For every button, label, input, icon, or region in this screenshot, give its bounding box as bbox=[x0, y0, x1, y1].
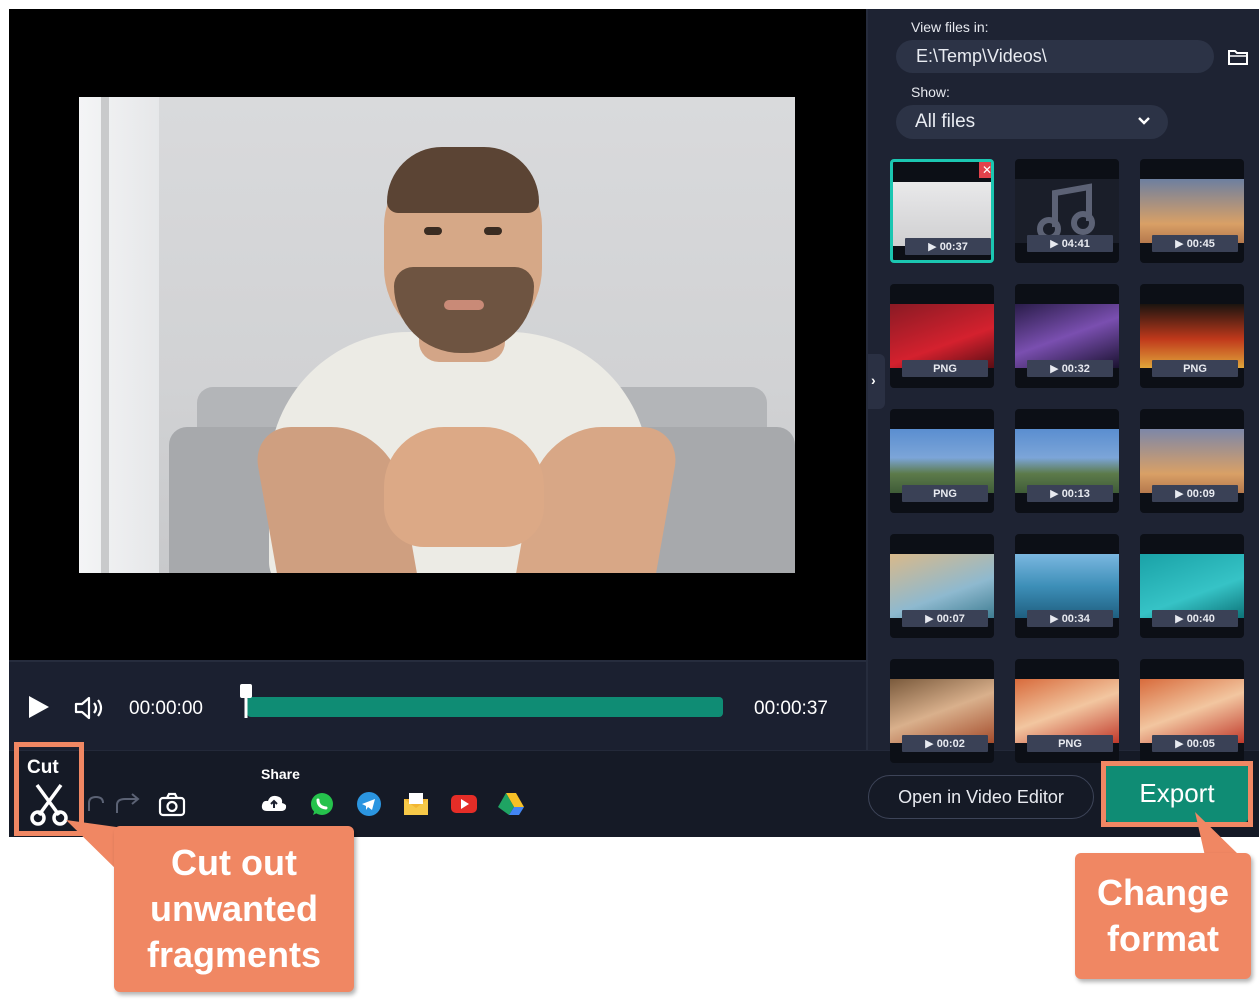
file-thumbnail[interactable]: PNG bbox=[890, 409, 994, 513]
player-controls: 00:00:00 00:00:37 bbox=[9, 660, 866, 750]
file-duration-badge: ▶ 00:02 bbox=[902, 735, 988, 752]
file-duration-badge: PNG bbox=[902, 485, 988, 502]
google-drive-icon[interactable] bbox=[497, 791, 525, 817]
thumbnail-image bbox=[890, 304, 994, 368]
file-duration-badge: ▶ 00:09 bbox=[1152, 485, 1238, 502]
file-duration-badge: PNG bbox=[902, 360, 988, 377]
view-files-label: View files in: bbox=[911, 19, 989, 35]
person-mouth bbox=[444, 300, 484, 310]
folder-path-field[interactable]: E:\Temp\Videos\ bbox=[896, 40, 1214, 73]
thumbnail-image bbox=[1140, 179, 1244, 243]
redo-icon[interactable] bbox=[113, 791, 143, 817]
video-preview bbox=[9, 9, 866, 660]
thumbnail-image bbox=[890, 554, 994, 618]
person-hands bbox=[384, 427, 544, 547]
share-label: Share bbox=[261, 766, 300, 782]
timeline-fill bbox=[247, 697, 723, 717]
person-eye bbox=[424, 227, 442, 235]
app-window: 00:00:00 00:00:37 Cut Share Open in Vide… bbox=[9, 9, 1259, 837]
file-thumbnail[interactable]: PNG bbox=[1015, 659, 1119, 763]
file-thumbnail[interactable]: PNG bbox=[1140, 284, 1244, 388]
thumbnail-image bbox=[893, 182, 991, 246]
file-thumbnail[interactable]: ▶ 00:40 bbox=[1140, 534, 1244, 638]
telegram-icon[interactable] bbox=[355, 791, 383, 817]
file-thumbnail[interactable]: ▶ 00:45 bbox=[1140, 159, 1244, 263]
music-note-icon bbox=[1015, 179, 1119, 243]
show-filter-label: Show: bbox=[911, 84, 950, 100]
file-thumbnail[interactable]: ▶ 00:09 bbox=[1140, 409, 1244, 513]
thumbnail-image bbox=[1140, 679, 1244, 743]
person-eye bbox=[484, 227, 502, 235]
total-time: 00:00:37 bbox=[754, 698, 828, 719]
file-thumbnail[interactable]: ▶ 00:05 bbox=[1140, 659, 1244, 763]
window-frame bbox=[101, 97, 109, 573]
timeline-track[interactable] bbox=[247, 697, 723, 717]
file-thumbnail-grid: ▶ 00:37 ✕ ▶ 04:41 ▶ 00:45 PNG ▶ 00:32 PNG PNG ▶ … bbox=[890, 159, 1250, 763]
file-duration-badge: ▶ 00:40 bbox=[1152, 610, 1238, 627]
file-thumbnail[interactable]: ▶ 00:32 bbox=[1015, 284, 1119, 388]
email-icon[interactable] bbox=[402, 791, 430, 817]
youtube-icon[interactable] bbox=[450, 791, 478, 817]
file-thumbnail[interactable]: ▶ 00:07 bbox=[890, 534, 994, 638]
file-duration-badge: PNG bbox=[1027, 735, 1113, 752]
file-duration-badge: ▶ 00:13 bbox=[1027, 485, 1113, 502]
thumbnail-image bbox=[1140, 554, 1244, 618]
thumbnail-image bbox=[1015, 679, 1119, 743]
playhead-handle[interactable] bbox=[240, 684, 252, 718]
play-button[interactable] bbox=[29, 696, 49, 718]
thumbnail-image bbox=[1140, 304, 1244, 368]
folder-icon[interactable] bbox=[1227, 47, 1249, 67]
whatsapp-icon[interactable] bbox=[308, 791, 336, 817]
file-type-dropdown[interactable]: All files bbox=[896, 105, 1168, 139]
bottom-toolbar: Cut Share Open in Video Editor Export bbox=[9, 750, 1259, 837]
thumbnail-image bbox=[1015, 554, 1119, 618]
cut-callout: Cut out unwanted fragments bbox=[114, 826, 354, 992]
camera-icon[interactable] bbox=[158, 791, 186, 817]
thumbnail-image bbox=[1015, 304, 1119, 368]
open-in-video-editor-button[interactable]: Open in Video Editor bbox=[868, 775, 1094, 819]
thumbnail-image bbox=[1140, 429, 1244, 493]
thumbnail-image bbox=[890, 429, 994, 493]
cut-highlight-box bbox=[14, 742, 84, 836]
file-duration-badge: ▶ 00:07 bbox=[902, 610, 988, 627]
file-browser-panel: View files in: E:\Temp\Videos\ Show: All… bbox=[866, 9, 1259, 763]
person-hair bbox=[387, 147, 539, 213]
thumbnail-image bbox=[890, 679, 994, 743]
window-background bbox=[79, 97, 159, 573]
video-frame bbox=[79, 97, 795, 573]
chevron-right-icon: › bbox=[871, 372, 876, 388]
file-duration-badge: ▶ 00:32 bbox=[1027, 360, 1113, 377]
close-icon[interactable]: ✕ bbox=[979, 162, 991, 178]
cloud-upload-icon[interactable] bbox=[260, 791, 288, 817]
file-thumbnail[interactable]: ▶ 00:34 bbox=[1015, 534, 1119, 638]
export-callout: Change format bbox=[1075, 853, 1251, 979]
file-thumbnail[interactable]: ▶ 00:13 bbox=[1015, 409, 1119, 513]
file-duration-badge: ▶ 00:37 bbox=[905, 238, 991, 255]
file-duration-badge: ▶ 00:05 bbox=[1152, 735, 1238, 752]
file-thumbnail[interactable]: ▶ 04:41 bbox=[1015, 159, 1119, 263]
file-thumbnail[interactable]: ▶ 00:02 bbox=[890, 659, 994, 763]
volume-icon[interactable] bbox=[74, 695, 106, 721]
thumbnail-image bbox=[1015, 429, 1119, 493]
undo-icon[interactable] bbox=[83, 791, 109, 817]
file-duration-badge: ▶ 00:45 bbox=[1152, 235, 1238, 252]
file-duration-badge: PNG bbox=[1152, 360, 1238, 377]
export-highlight-box bbox=[1101, 761, 1253, 827]
file-duration-badge: ▶ 00:34 bbox=[1027, 610, 1113, 627]
chevron-down-icon bbox=[1138, 117, 1150, 125]
file-thumbnail[interactable]: ▶ 00:37 ✕ bbox=[890, 159, 994, 263]
current-time: 00:00:00 bbox=[129, 698, 203, 719]
collapse-panel-tab[interactable]: › bbox=[868, 354, 885, 409]
file-duration-badge: ▶ 04:41 bbox=[1027, 235, 1113, 252]
file-thumbnail[interactable]: PNG bbox=[890, 284, 994, 388]
